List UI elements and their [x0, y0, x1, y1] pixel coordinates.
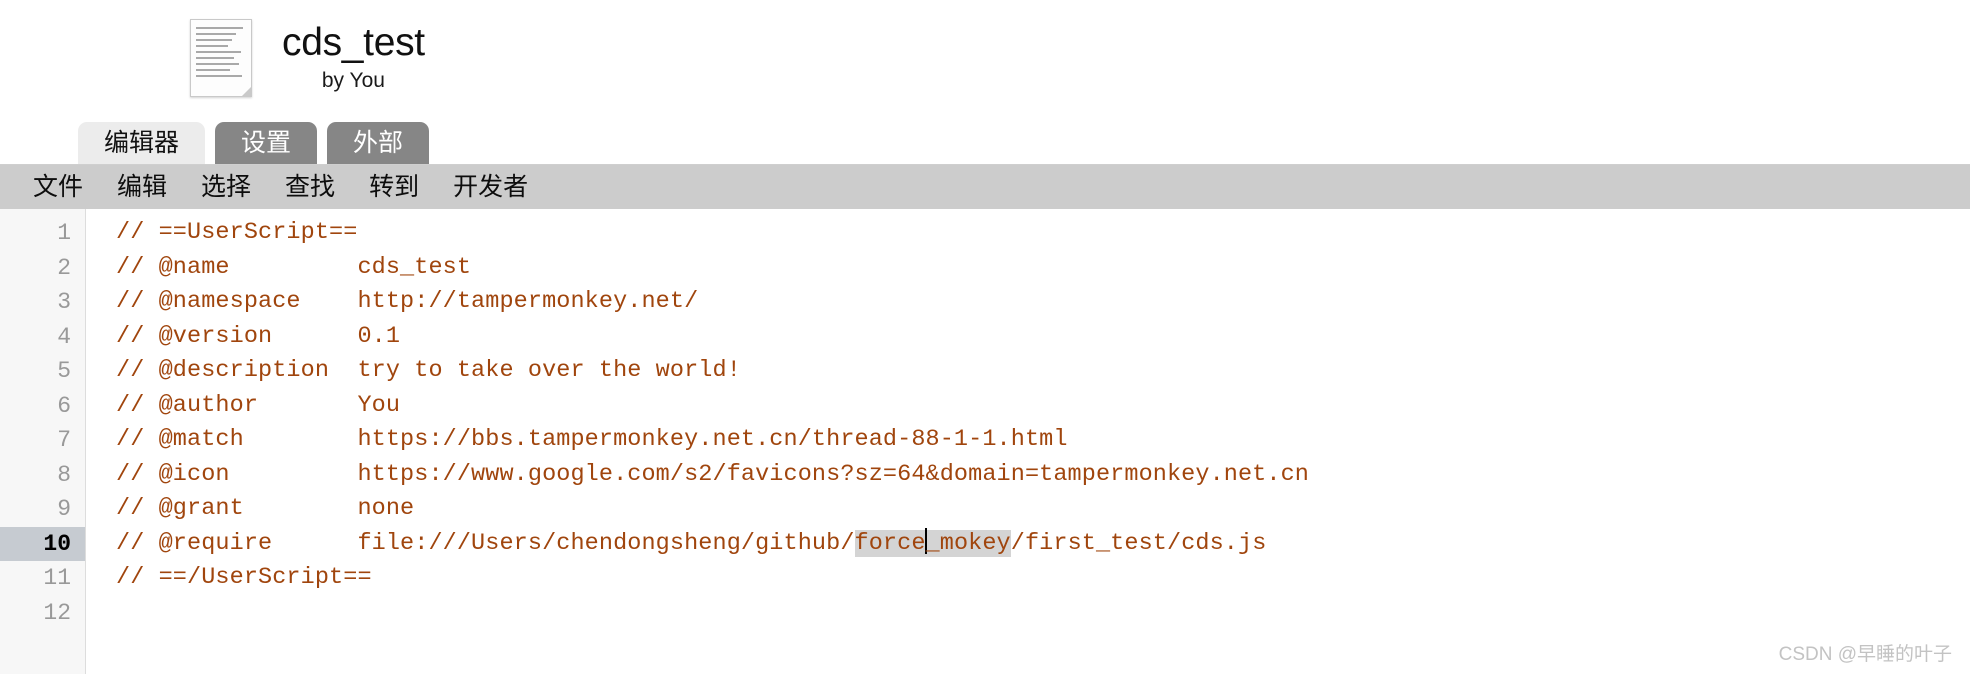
menu-item-developer[interactable]: 开发者 — [436, 174, 545, 200]
code-line: // @author You — [116, 391, 401, 419]
line-number: 6 — [57, 392, 71, 419]
title-block: cds_test by You — [282, 21, 425, 93]
menu-item-select[interactable]: 选择 — [184, 174, 268, 200]
line-number: 8 — [57, 461, 71, 488]
code-content[interactable]: // ==UserScript== // @name cds_test // @… — [86, 209, 1970, 674]
code-line-active: // @require file:///Users/chendongsheng/… — [116, 527, 1970, 562]
line-number: 1 — [57, 220, 71, 246]
code-line: // @match https://bbs.tampermonkey.net.c… — [116, 426, 1068, 453]
line-number: 9 — [57, 496, 71, 522]
menu-item-edit[interactable]: 编辑 — [100, 174, 184, 200]
script-header: cds_test by You — [0, 0, 1970, 116]
code-line: // @grant none — [116, 495, 415, 522]
csdn-watermark: CSDN @早睡的叶子 — [1778, 644, 1952, 665]
code-line: // @version 0.1 — [116, 322, 401, 350]
line-number: 12 — [43, 599, 71, 626]
line-number: 11 — [43, 565, 71, 591]
script-document-icon — [190, 19, 252, 97]
line-number: 2 — [57, 254, 71, 281]
selection-part-after-caret: _mokey — [925, 529, 1011, 557]
code-editor[interactable]: 1 2 3 4 5 6 7 8 9 10 11 12 // ==UserScri… — [0, 209, 1970, 674]
tab-bar: 编辑器 设置 外部 — [0, 116, 1970, 164]
tab-settings[interactable]: 设置 — [215, 122, 318, 164]
code-line: // @icon https://www.google.com/s2/favic… — [116, 460, 1309, 488]
code-line: // @name cds_test — [116, 253, 472, 281]
code-line: // ==UserScript== — [116, 219, 358, 246]
line-number-active: 10 — [0, 526, 85, 561]
code-line: // ==/UserScript== — [116, 564, 372, 591]
line-number: 3 — [57, 289, 71, 315]
code-line-suffix: /first_test/cds.js — [1010, 529, 1267, 557]
code-line: // @description try to take over the wor… — [116, 357, 741, 384]
line-number: 7 — [57, 427, 71, 453]
menu-item-goto[interactable]: 转到 — [352, 174, 436, 200]
line-number-gutter: 1 2 3 4 5 6 7 8 9 10 11 12 — [0, 209, 86, 674]
line-number: 5 — [57, 358, 71, 384]
selection-part-before-caret: force — [854, 529, 926, 557]
menu-bar: 文件 编辑 选择 查找 转到 开发者 — [0, 164, 1970, 209]
script-author: by You — [321, 68, 385, 92]
text-selection: force_mokey — [854, 527, 1011, 557]
page-title: cds_test — [282, 21, 425, 65]
menu-item-find[interactable]: 查找 — [268, 174, 352, 200]
code-line-prefix: // @require file:///Users/chendongsheng/… — [116, 529, 855, 557]
tab-editor[interactable]: 编辑器 — [78, 122, 206, 164]
code-line: // @namespace http://tampermonkey.net/ — [116, 288, 699, 315]
tab-external[interactable]: 外部 — [327, 122, 430, 164]
menu-item-file[interactable]: 文件 — [16, 174, 100, 200]
line-number: 4 — [57, 323, 71, 350]
